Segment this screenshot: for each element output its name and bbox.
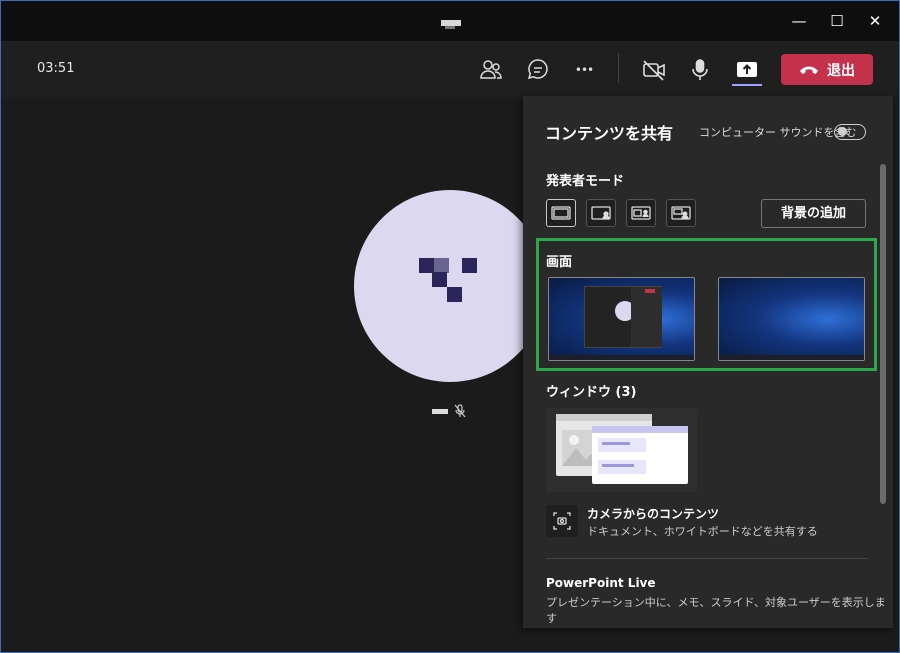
call-timer: 03:51: [37, 61, 75, 76]
camera-toggle-button[interactable]: [641, 57, 667, 83]
toolbar-separator: [618, 53, 619, 83]
minimize-button[interactable]: —: [787, 9, 811, 33]
avatar-pixel: [432, 272, 447, 287]
leave-button[interactable]: 退出: [781, 54, 873, 85]
share-content-button[interactable]: [734, 57, 760, 83]
window-thumbnail[interactable]: [546, 408, 697, 492]
presenter-mode-side-by-side-button[interactable]: [626, 199, 656, 227]
computer-sound-label: コンピューター サウンドを含む: [699, 126, 857, 139]
screen-preview-taskbar: [549, 355, 694, 360]
presenter-mode-reporter-button[interactable]: [666, 199, 696, 227]
participant-name-redacted: [432, 408, 448, 414]
avatar-pixel: [447, 287, 462, 302]
camera-content-subtitle: ドキュメント、ホワイトボードなどを共有する: [587, 525, 818, 538]
screen-preview-panel: [631, 287, 662, 347]
microphone-toggle-button[interactable]: [687, 57, 713, 83]
screen-preview-teams-window: [584, 286, 662, 348]
avatar-pixel: [419, 258, 434, 273]
screen-thumbnail-1[interactable]: [548, 277, 695, 361]
window-section-label: ウィンドウ (3): [546, 385, 637, 400]
camera-off-icon: [643, 60, 665, 81]
meeting-toolbar: 03:51 ••• 退出: [1, 41, 899, 97]
panel-divider: [546, 558, 868, 559]
add-background-button[interactable]: 背景の追加: [761, 199, 866, 228]
presenter-mode-label: 発表者モード: [546, 174, 625, 189]
chat-button[interactable]: [525, 57, 551, 83]
toggle-knob: [838, 127, 847, 136]
content-only-icon: [551, 206, 571, 220]
title-bar: — ☐ ✕: [1, 1, 899, 41]
chat-icon: [527, 59, 548, 80]
computer-sound-toggle[interactable]: [834, 124, 866, 140]
camera-scan-icon: [553, 512, 571, 530]
participant-avatar: [354, 190, 546, 382]
camera-content-button[interactable]: [546, 505, 578, 537]
camera-content-title[interactable]: カメラからのコンテンツ: [587, 505, 719, 522]
powerpoint-live-title[interactable]: PowerPoint Live: [546, 576, 656, 590]
participant-name-tag: [432, 404, 466, 418]
panel-title: コンテンツを共有: [545, 124, 674, 143]
standout-icon: [591, 206, 611, 220]
screen-thumbnail-2[interactable]: [718, 277, 865, 361]
muted-mic-icon: [454, 404, 466, 418]
more-icon: •••: [574, 63, 594, 77]
app-logo-icon: [441, 20, 461, 29]
presenter-mode-standout-button[interactable]: [586, 199, 616, 227]
share-icon: [737, 62, 757, 77]
share-content-panel: コンテンツを共有 コンピューター サウンドを含む 発表者モード 背景の追加 画面: [523, 96, 893, 628]
reporter-icon: [671, 206, 691, 220]
avatar-pixel: [434, 258, 449, 273]
microphone-icon: [692, 59, 708, 80]
close-window-button[interactable]: ✕: [863, 9, 887, 33]
window-preview-front: [592, 426, 688, 484]
screen-preview-taskbar: [719, 355, 864, 360]
more-options-button[interactable]: •••: [571, 57, 597, 83]
screen-preview-leave: [645, 289, 655, 293]
avatar-pixel: [462, 258, 477, 273]
presenter-mode-content-only-button[interactable]: [546, 199, 576, 227]
hang-up-icon: [800, 66, 818, 74]
maximize-button[interactable]: ☐: [825, 9, 849, 33]
scrollbar-thumb[interactable]: [880, 164, 886, 504]
leave-label: 退出: [827, 62, 855, 79]
screen-section-label: 画面: [546, 255, 573, 270]
participants-button[interactable]: [478, 57, 504, 83]
side-by-side-icon: [631, 206, 651, 220]
participants-icon: [480, 60, 502, 79]
panel-scrollbar[interactable]: [880, 164, 886, 504]
powerpoint-live-subtitle: プレゼンテーション中に、メモ、スライド、対象ユーザーを表示します: [546, 596, 886, 625]
share-active-indicator: [732, 84, 762, 86]
